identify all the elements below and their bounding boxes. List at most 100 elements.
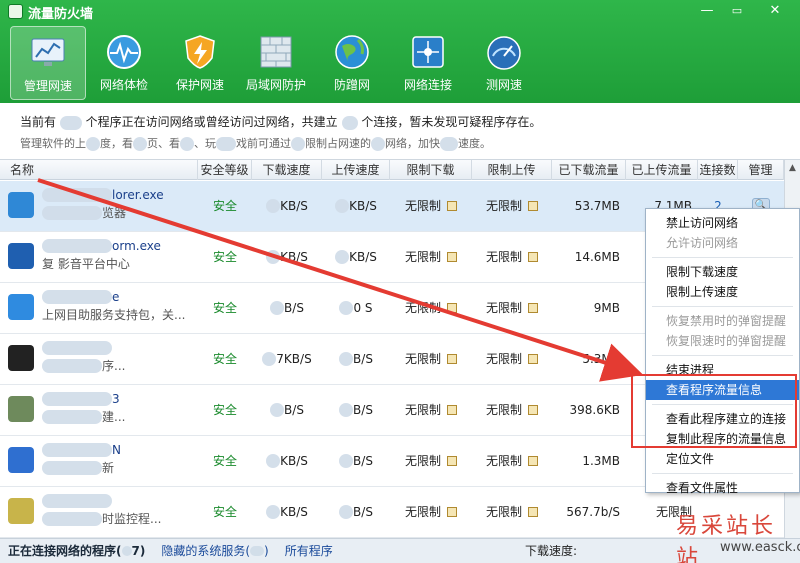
toolbar-button-heartbeat[interactable]: 网络体检 <box>86 26 162 100</box>
program-name-text: orm.exe <box>112 238 161 253</box>
download-speed-status: 下载速度: <box>525 539 577 563</box>
program-description-text: 上网目助服务支持包，关... <box>42 307 186 322</box>
download-speed-value: B/S <box>284 300 304 315</box>
edit-icon[interactable] <box>528 456 538 466</box>
program-name: lorer.exe <box>42 187 164 203</box>
download-limit[interactable]: 无限制 <box>390 232 472 283</box>
downloaded-traffic: 9MB <box>593 300 620 315</box>
upload-limit[interactable]: 无限制 <box>472 232 552 283</box>
edit-icon[interactable] <box>447 507 457 517</box>
upload-limit[interactable]: 无限制 <box>472 436 552 487</box>
toolbar-button-monitor-chart[interactable]: 管理网速 <box>10 26 86 100</box>
download-limit[interactable]: 无限制 <box>390 385 472 436</box>
context-menu-item[interactable]: 复制此程序的流量信息 <box>646 429 799 449</box>
column-header[interactable]: 已上传流量 <box>626 160 698 180</box>
context-menu-item[interactable]: 查看程序流量信息 <box>646 380 799 400</box>
column-header[interactable]: 安全等级 <box>198 160 252 180</box>
tab-hidden-services[interactable]: 隐藏的系统服务() <box>153 539 276 563</box>
column-header[interactable]: 限制下载 <box>390 160 472 180</box>
tab-count: ) <box>264 543 269 558</box>
edit-icon[interactable] <box>447 201 457 211</box>
download-limit[interactable]: 无限制 <box>390 181 472 232</box>
close-button[interactable]: ✕ <box>760 0 790 22</box>
context-menu-item[interactable]: 禁止访问网络 <box>646 213 799 233</box>
edit-icon[interactable] <box>447 405 457 415</box>
download-limit[interactable]: 无限制 <box>390 283 472 334</box>
redacted-value <box>266 454 281 468</box>
security-level: 安全 <box>212 351 237 366</box>
download-limit-value: 无限制 <box>404 351 441 366</box>
firewall-app: 流量防火墙 — ▭ ✕ 管理网速 网络体检 保护网速 局域网防护 防蹭网 网络连接 测网速 … <box>0 0 800 563</box>
edit-icon[interactable] <box>528 405 538 415</box>
program-icon <box>8 242 34 269</box>
redacted-name <box>42 494 112 508</box>
program-name-cell: N新 <box>0 436 198 487</box>
lightning-shield-icon <box>162 32 238 72</box>
program-name-cell: 3 建... <box>0 385 198 436</box>
toolbar-button-globe[interactable]: 防蹭网 <box>314 26 390 100</box>
toolbar-button-firewall-wall[interactable]: 局域网防护 <box>238 26 314 100</box>
edit-icon[interactable] <box>447 303 457 313</box>
program-name: e <box>42 289 119 305</box>
download-speed: KB/S <box>252 232 322 283</box>
app-logo-icon <box>8 4 23 19</box>
column-header[interactable]: 下载速度 <box>252 160 322 180</box>
edit-icon[interactable] <box>528 201 538 211</box>
context-menu-item[interactable]: 查看文件属性 <box>646 478 799 498</box>
edit-icon[interactable] <box>528 354 538 364</box>
download-limit[interactable]: 无限制 <box>390 334 472 385</box>
context-menu-item[interactable]: 查看此程序建立的连接 <box>646 409 799 429</box>
download-speed-value: KB/S <box>280 453 308 468</box>
context-menu-item[interactable]: 限制下载速度 <box>646 262 799 282</box>
edit-icon[interactable] <box>447 354 457 364</box>
program-name-cell: 时监控程... <box>0 487 198 538</box>
upload-limit[interactable]: 无限制 <box>472 283 552 334</box>
tab-all-programs[interactable]: 所有程序 <box>277 539 341 563</box>
upload-speed: B/S <box>322 334 390 385</box>
upload-limit[interactable]: 无限制 <box>472 487 552 538</box>
context-menu-item[interactable]: 定位文件 <box>646 449 799 469</box>
watermark-url: www.easck.com <box>720 540 800 555</box>
toolbar-button-network-connection[interactable]: 网络连接 <box>390 26 466 100</box>
column-header[interactable]: 管理 <box>738 160 784 180</box>
upload-limit[interactable]: 无限制 <box>472 334 552 385</box>
context-menu-item[interactable]: 限制上传速度 <box>646 282 799 302</box>
upload-speed-value: B/S <box>353 453 373 468</box>
redacted-value <box>335 199 350 213</box>
edit-icon[interactable] <box>447 456 457 466</box>
upload-limit[interactable]: 无限制 <box>472 385 552 436</box>
column-header[interactable]: 上传速度 <box>322 160 390 180</box>
program-description-text: 复 影音平台中心 <box>42 256 130 271</box>
upload-limit[interactable]: 无限制 <box>472 181 552 232</box>
column-header[interactable]: 限制上传 <box>472 160 552 180</box>
globe-icon <box>314 32 390 72</box>
restore-icon[interactable]: ▭ <box>722 0 752 22</box>
program-name-text: e <box>112 289 120 304</box>
toolbar-button-speedometer[interactable]: 测网速 <box>466 26 542 100</box>
edit-icon[interactable] <box>528 303 538 313</box>
edit-icon[interactable] <box>447 252 457 262</box>
program-description: 上网目助服务支持包，关... <box>42 307 185 323</box>
program-name: orm.exe <box>42 238 161 254</box>
edit-icon[interactable] <box>528 507 538 517</box>
minimize-button[interactable]: — <box>692 0 722 22</box>
download-speed: KB/S <box>252 181 322 232</box>
context-menu-item[interactable]: 结束进程 <box>646 360 799 380</box>
program-name-cell: orm.exe 复 影音平台中心 <box>0 232 198 283</box>
download-limit[interactable]: 无限制 <box>390 487 472 538</box>
scroll-up-icon[interactable]: ▲ <box>785 160 800 176</box>
menu-separator <box>652 355 793 356</box>
redacted-count <box>341 115 358 130</box>
tab-connecting-programs[interactable]: 正在连接网络的程序(7) <box>0 539 153 563</box>
download-limit[interactable]: 无限制 <box>390 436 472 487</box>
edit-icon[interactable] <box>528 252 538 262</box>
toolbar-button-lightning-shield[interactable]: 保护网速 <box>162 26 238 100</box>
program-name-cell: 序... <box>0 334 198 385</box>
column-header[interactable]: 连接数 <box>698 160 738 180</box>
column-header[interactable]: 已下载流量 <box>552 160 626 180</box>
program-description-text: 建... <box>102 409 126 424</box>
tip-text: 管理软件的上 <box>20 137 86 150</box>
column-header[interactable]: 名称 <box>0 160 198 180</box>
redacted-name <box>42 290 112 304</box>
tip-text: 页、看 <box>147 137 180 150</box>
